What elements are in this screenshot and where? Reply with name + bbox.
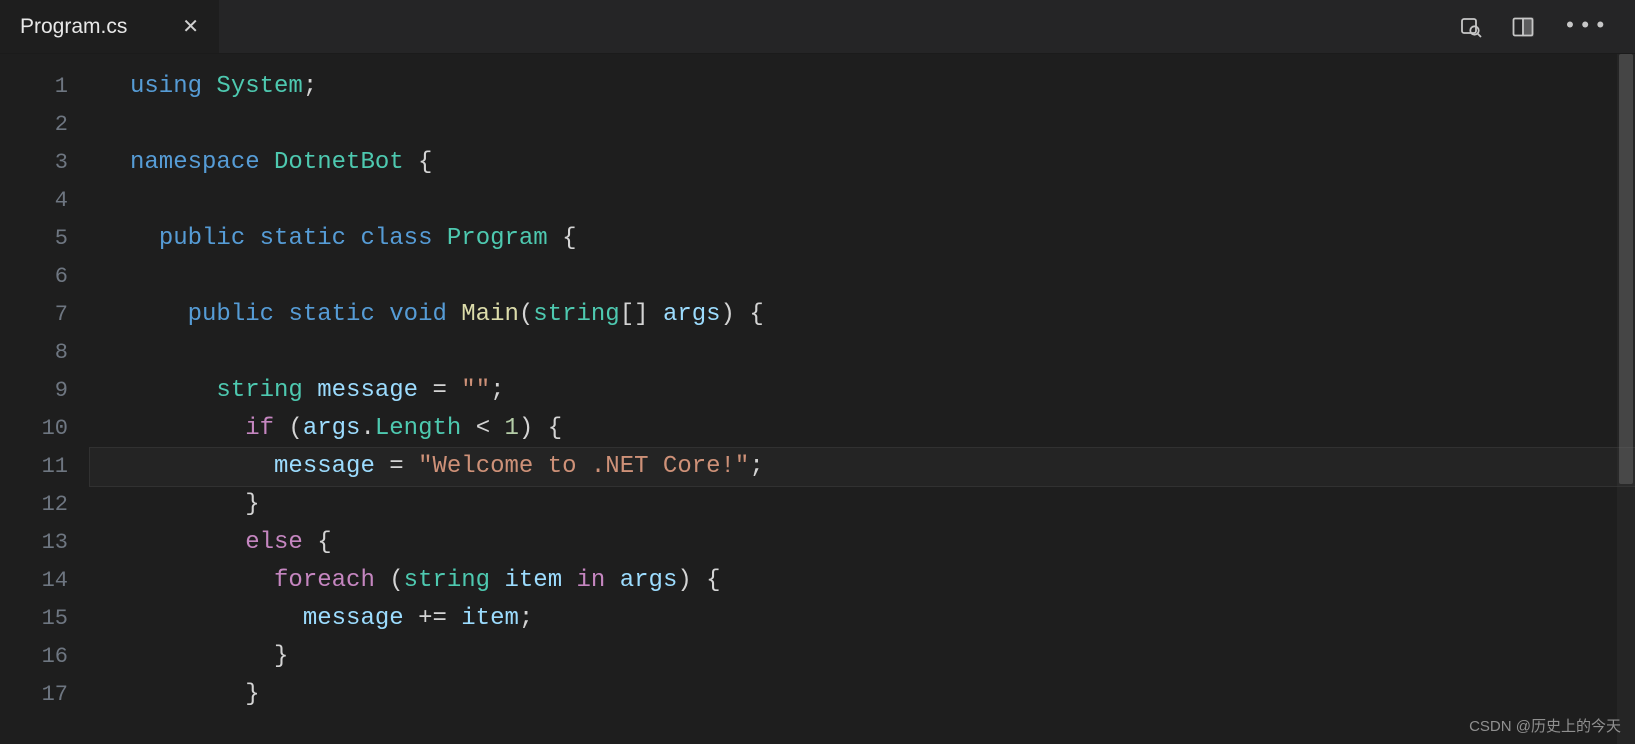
- vertical-scrollbar[interactable]: [1617, 54, 1635, 744]
- line-number: 8: [0, 334, 68, 372]
- line-number: 16: [0, 638, 68, 676]
- code-line[interactable]: }: [130, 486, 1635, 524]
- code-line[interactable]: [130, 334, 1635, 372]
- line-number: 11: [0, 448, 68, 486]
- scrollbar-thumb[interactable]: [1619, 54, 1633, 484]
- code-line[interactable]: [130, 106, 1635, 144]
- code-line[interactable]: using System;: [130, 68, 1635, 106]
- code-line[interactable]: foreach (string item in args) {: [130, 562, 1635, 600]
- line-number: 9: [0, 372, 68, 410]
- code-line[interactable]: else {: [130, 524, 1635, 562]
- code-line[interactable]: namespace DotnetBot {: [130, 144, 1635, 182]
- line-number: 15: [0, 600, 68, 638]
- line-number: 6: [0, 258, 68, 296]
- line-number: 17: [0, 676, 68, 714]
- line-number: 1: [0, 68, 68, 106]
- code-line[interactable]: message += item;: [130, 600, 1635, 638]
- find-icon[interactable]: [1459, 15, 1483, 39]
- code-line[interactable]: }: [130, 638, 1635, 676]
- tab-actions: •••: [1459, 0, 1635, 53]
- code-content[interactable]: using System; namespace DotnetBot { publ…: [90, 68, 1635, 744]
- code-editor[interactable]: 1234567891011121314151617 using System; …: [0, 54, 1635, 744]
- code-line[interactable]: public static class Program {: [130, 220, 1635, 258]
- line-number: 12: [0, 486, 68, 524]
- code-line[interactable]: }: [130, 676, 1635, 714]
- line-number: 2: [0, 106, 68, 144]
- line-number: 10: [0, 410, 68, 448]
- code-line[interactable]: string message = "";: [130, 372, 1635, 410]
- split-editor-icon[interactable]: [1511, 15, 1535, 39]
- more-actions-icon[interactable]: •••: [1563, 14, 1609, 39]
- line-number: 5: [0, 220, 68, 258]
- line-number-gutter: 1234567891011121314151617: [0, 68, 90, 744]
- tab-bar: Program.cs ✕ •••: [0, 0, 1635, 54]
- code-line[interactable]: [130, 258, 1635, 296]
- tab-filename: Program.cs: [20, 15, 127, 39]
- close-icon[interactable]: ✕: [182, 14, 199, 39]
- code-line[interactable]: message = "Welcome to .NET Core!";: [90, 448, 1635, 486]
- line-number: 4: [0, 182, 68, 220]
- line-number: 3: [0, 144, 68, 182]
- editor-tab[interactable]: Program.cs ✕: [0, 0, 220, 53]
- code-line[interactable]: [130, 182, 1635, 220]
- code-line[interactable]: if (args.Length < 1) {: [130, 410, 1635, 448]
- line-number: 7: [0, 296, 68, 334]
- line-number: 14: [0, 562, 68, 600]
- line-number: 13: [0, 524, 68, 562]
- code-line[interactable]: public static void Main(string[] args) {: [130, 296, 1635, 334]
